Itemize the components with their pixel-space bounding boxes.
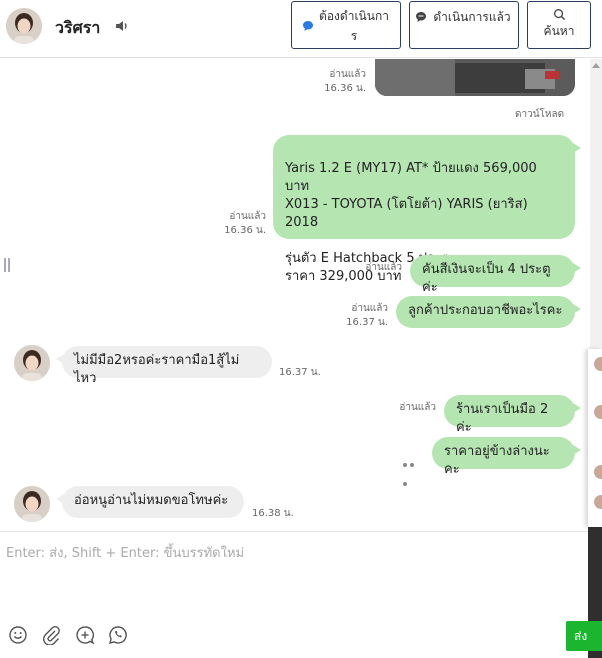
message-text: ลูกค้าประกอบอาชีพอะไรคะ: [408, 303, 563, 318]
message-text: คันสีเงินจะเป็น 4 ประตูค่ะ: [422, 262, 551, 295]
side-panel[interactable]: [587, 349, 602, 527]
avatar-image: [6, 8, 42, 44]
timestamp: 16.37 น.: [346, 317, 388, 328]
outgoing-message[interactable]: ลูกค้าประกอบอาชีพอะไรคะ: [396, 296, 581, 328]
incoming-message[interactable]: อ่อหนูอ่านไม่หมดขอโทษค่ะ: [56, 486, 244, 518]
search-icon: [553, 9, 565, 21]
avatar-image: [14, 486, 50, 522]
outgoing-message[interactable]: ราคาอยู่ข้างล่างนะคะ: [432, 437, 581, 477]
attach-icon[interactable]: [41, 625, 61, 645]
search-button[interactable]: ค้นหา: [527, 1, 591, 49]
read-status: อ่านแล้ว: [356, 261, 402, 275]
read-label: อ่านแล้ว: [351, 303, 388, 314]
read-label: อ่านแล้ว: [329, 69, 366, 80]
side-avatar[interactable]: [594, 495, 602, 509]
timestamp: 16.36 น.: [324, 83, 366, 94]
read-status: อ่านแล้ว 16.36 น.: [316, 68, 366, 96]
done-chat-icon: [416, 11, 426, 22]
timestamp: 16.36 น.: [224, 225, 266, 236]
message-text: ร้านเราเป็นมือ 2 ค่ะ: [456, 402, 549, 435]
search-label: ค้นหา: [543, 24, 575, 38]
incoming-message[interactable]: ไม่มีมือ2หรอค่ะราคามือ1สู้ไม่ไหว: [56, 346, 272, 386]
side-avatar[interactable]: [594, 465, 602, 479]
message-composer: [0, 531, 588, 658]
timestamp: 16.38 น.: [252, 508, 294, 519]
chat-header: วริศรา ต้องดำเนินการ ดำเนินการแล้ว ค้นหา: [0, 0, 602, 58]
outgoing-message[interactable]: Yaris 1.2 E (MY17) AT* ป้ายแดง 569,000 บ…: [273, 135, 581, 284]
download-link[interactable]: ดาวน์โหลด: [515, 107, 564, 122]
message-input[interactable]: [6, 542, 576, 612]
outgoing-message[interactable]: ร้านเราเป็นมือ 2 ค่ะ: [444, 395, 581, 435]
message-text: ราคาอยู่ข้างล่างนะคะ: [444, 444, 550, 477]
car-seat-photo: [375, 59, 575, 96]
whatsapp-icon[interactable]: [108, 625, 128, 645]
message-text: ไม่มีมือ2หรอค่ะราคามือ1สู้ไม่ไหว: [74, 353, 240, 386]
contact-avatar[interactable]: [14, 486, 50, 522]
message-list[interactable]: อ่านแล้ว 16.36 น. ดาวน์โหลด Yaris 1.2 E …: [0, 59, 590, 531]
resize-handle[interactable]: [4, 258, 10, 272]
speaker-icon[interactable]: [114, 18, 130, 34]
done-button[interactable]: ดำเนินการแล้ว: [409, 1, 519, 49]
todo-label: ต้องดำเนินการ: [319, 9, 389, 43]
read-label: อ่านแล้ว: [229, 211, 266, 222]
todo-chat-icon: [303, 21, 313, 31]
send-button[interactable]: ส่ง: [566, 621, 602, 651]
side-avatar[interactable]: [594, 405, 602, 419]
contact-avatar[interactable]: [6, 8, 42, 44]
outgoing-message[interactable]: คันสีเงินจะเป็น 4 ประตูค่ะ: [410, 255, 581, 295]
read-label: อ่านแล้ว: [365, 262, 402, 273]
timestamp: 16.37 น.: [279, 367, 321, 378]
scroll-up-arrow-icon[interactable]: [592, 63, 600, 68]
contact-name: วริศรา: [55, 18, 101, 37]
message-text: อ่อหนูอ่านไม่หมดขอโทษค่ะ: [74, 493, 229, 508]
contact-avatar[interactable]: [14, 345, 50, 381]
read-status: อ่านแล้ว 16.37 น.: [338, 302, 388, 330]
read-status: อ่านแล้ว 16.36 น.: [214, 210, 266, 238]
emoji-icon[interactable]: [8, 625, 28, 645]
read-status: อ่านแล้ว: [390, 401, 436, 415]
side-avatar[interactable]: [594, 357, 602, 371]
more-options-icon[interactable]: [403, 452, 423, 486]
read-label: อ่านแล้ว: [399, 402, 436, 413]
add-sticker-icon[interactable]: [75, 625, 95, 645]
todo-button[interactable]: ต้องดำเนินการ: [291, 1, 401, 49]
sent-image[interactable]: [375, 59, 575, 96]
done-label: ดำเนินการแล้ว: [433, 9, 511, 24]
avatar-image: [14, 345, 50, 381]
